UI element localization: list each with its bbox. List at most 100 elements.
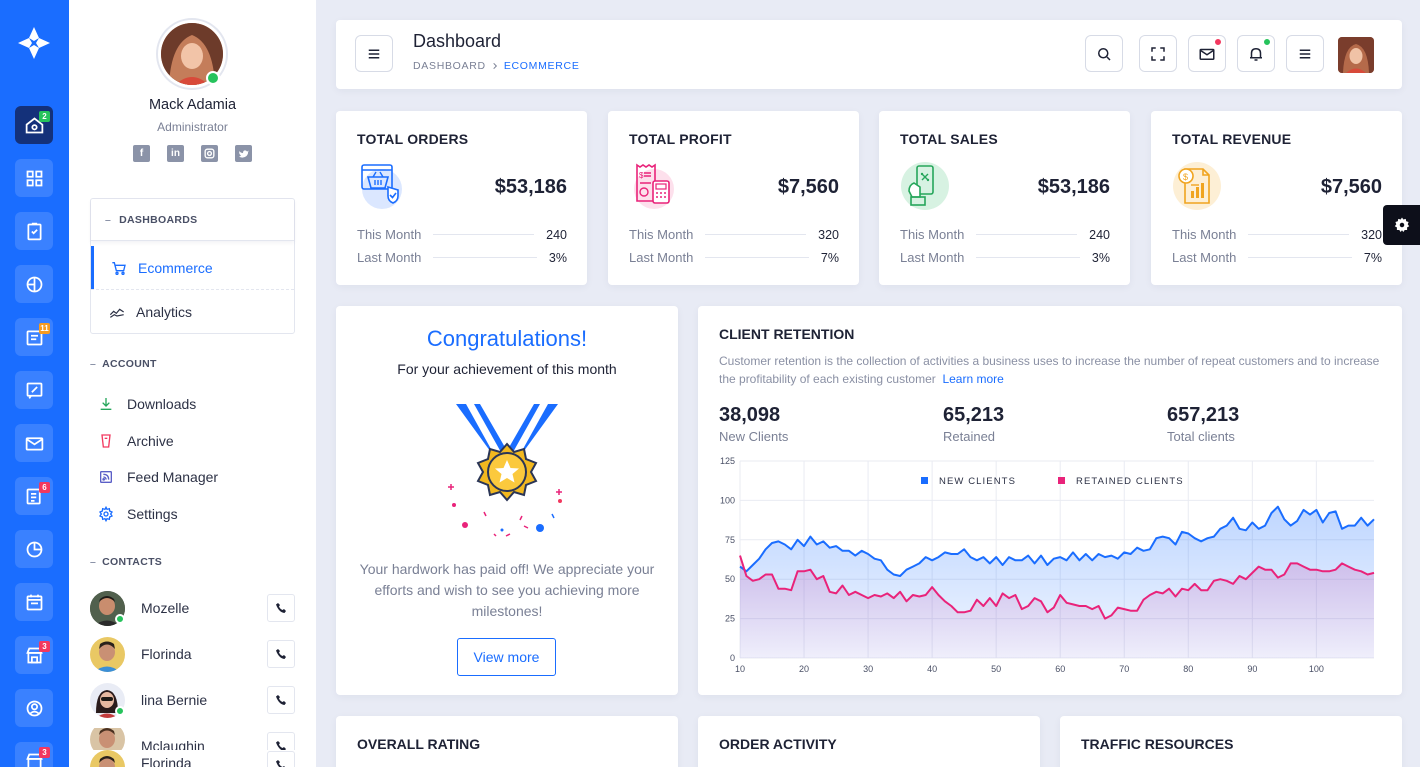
rail-calendar[interactable] bbox=[15, 583, 53, 621]
user-avatar[interactable] bbox=[1338, 37, 1374, 73]
card-title: TRAFFIC RESOURCES bbox=[1081, 736, 1234, 752]
legend-marker bbox=[921, 477, 928, 484]
menu-feed-manager[interactable]: Feed Manager bbox=[98, 469, 218, 485]
menu-toggle-button[interactable] bbox=[355, 35, 393, 72]
stat-title: TOTAL SALES bbox=[900, 131, 998, 147]
more-badge: 3 bbox=[39, 747, 50, 758]
search-icon bbox=[1098, 47, 1111, 61]
store-badge: 3 bbox=[39, 641, 50, 652]
contact-item[interactable]: lina Bernie bbox=[90, 682, 295, 718]
unread-dot bbox=[1214, 38, 1222, 46]
globe-icon bbox=[26, 276, 42, 292]
more-menu-button[interactable] bbox=[1286, 35, 1324, 72]
call-button[interactable] bbox=[267, 751, 295, 767]
facebook-icon[interactable]: f bbox=[133, 145, 150, 162]
contact-item[interactable]: Florinda bbox=[90, 636, 295, 672]
top-header: Dashboard DASHBOARD ECOMMERCE bbox=[336, 20, 1402, 89]
stat-card-orders: TOTAL ORDERS $53,186 This Month 240 Last … bbox=[336, 111, 587, 285]
view-more-button[interactable]: View more bbox=[457, 638, 556, 676]
avatar bbox=[90, 636, 125, 672]
stat-total-clients: 657,213 Total clients bbox=[1167, 404, 1240, 444]
svg-text:$: $ bbox=[639, 171, 644, 180]
stat-row-this-month: This Month 240 bbox=[900, 227, 1110, 242]
rail-reports[interactable]: 6 bbox=[15, 477, 53, 515]
stat-new-clients: 38,098 New Clients bbox=[719, 404, 789, 444]
invoice-badge: 11 bbox=[39, 323, 50, 334]
grid-icon bbox=[26, 170, 42, 186]
x-tick-label: 30 bbox=[863, 664, 873, 674]
overall-rating-card: OVERALL RATING bbox=[336, 716, 678, 767]
bell-icon bbox=[1250, 47, 1262, 61]
call-button[interactable] bbox=[267, 732, 295, 750]
stat-card-sales: TOTAL SALES $53,186 This Month 240 Last M… bbox=[879, 111, 1130, 285]
menu-archive[interactable]: Archive bbox=[98, 433, 174, 449]
rail-store[interactable]: 3 bbox=[15, 636, 53, 674]
user-circle-icon bbox=[26, 700, 42, 716]
card-title: CLIENT RETENTION bbox=[719, 326, 855, 342]
rail-mail[interactable] bbox=[15, 424, 53, 462]
x-tick-label: 90 bbox=[1247, 664, 1257, 674]
rail-tasks[interactable] bbox=[15, 212, 53, 250]
stat-title: TOTAL ORDERS bbox=[357, 131, 469, 147]
rail-more[interactable]: 3 bbox=[15, 742, 53, 767]
call-button[interactable] bbox=[267, 686, 295, 714]
gear-icon bbox=[1394, 217, 1409, 233]
legend-marker bbox=[1058, 477, 1065, 484]
breadcrumb-root[interactable]: DASHBOARD bbox=[413, 60, 486, 72]
contact-item[interactable]: Florinda bbox=[90, 750, 295, 767]
x-tick-label: 20 bbox=[799, 664, 809, 674]
x-tick-label: 10 bbox=[735, 664, 745, 674]
x-tick-label: 50 bbox=[991, 664, 1001, 674]
mail-icon bbox=[25, 436, 43, 450]
card-title: ORDER ACTIVITY bbox=[719, 736, 837, 752]
phone-icon bbox=[276, 760, 285, 767]
notifications-button[interactable] bbox=[1237, 35, 1275, 72]
nav-analytics[interactable]: Analytics bbox=[91, 290, 296, 334]
rail-globe[interactable] bbox=[15, 265, 53, 303]
rail-analytics[interactable] bbox=[15, 530, 53, 568]
y-tick-label: 75 bbox=[725, 535, 735, 545]
rail-apps[interactable] bbox=[15, 159, 53, 197]
chevron-right-icon bbox=[493, 62, 497, 70]
stat-row-last-month: Last Month 7% bbox=[1172, 250, 1382, 265]
rail-chat[interactable] bbox=[15, 371, 53, 409]
linkedin-icon[interactable]: in bbox=[167, 145, 184, 162]
chat-edit-icon bbox=[26, 382, 42, 399]
contact-name: lina Bernie bbox=[141, 692, 208, 708]
rail-invoice[interactable]: 11 bbox=[15, 318, 53, 356]
rail-home[interactable]: 2 bbox=[15, 106, 53, 144]
fullscreen-icon bbox=[1151, 46, 1165, 61]
twitter-icon[interactable] bbox=[235, 145, 252, 162]
search-button[interactable] bbox=[1085, 35, 1123, 72]
call-button[interactable] bbox=[267, 640, 295, 668]
menu-settings[interactable]: Settings bbox=[98, 506, 178, 522]
contact-item[interactable]: Mozelle bbox=[90, 590, 295, 626]
contact-item[interactable]: Mclaughin bbox=[90, 728, 295, 750]
dashboards-header[interactable]: – DASHBOARDS bbox=[91, 199, 294, 241]
nav-ecommerce[interactable]: Ecommerce bbox=[91, 246, 296, 290]
call-button[interactable] bbox=[267, 594, 295, 622]
chart-icon bbox=[109, 308, 124, 318]
card-description: Customer retention is the collection of … bbox=[719, 354, 1380, 386]
online-status-dot bbox=[115, 706, 125, 716]
menu-downloads[interactable]: Downloads bbox=[98, 396, 196, 412]
notification-dot bbox=[1263, 38, 1271, 46]
logo-icon bbox=[18, 27, 50, 59]
learn-more-link[interactable]: Learn more bbox=[942, 372, 1003, 386]
fullscreen-button[interactable] bbox=[1139, 35, 1177, 72]
congrats-subtitle: For your achievement of this month bbox=[397, 361, 617, 377]
stat-row-last-month: Last Month 3% bbox=[900, 250, 1110, 265]
rail-profile[interactable] bbox=[15, 689, 53, 727]
clipboard-check-icon bbox=[27, 222, 41, 240]
stat-card-revenue: TOTAL REVENUE $ $7,560 This Month 320 Las… bbox=[1151, 111, 1402, 285]
phone-icon bbox=[276, 741, 286, 750]
profile-role: Administrator bbox=[157, 120, 228, 134]
archive-icon bbox=[101, 434, 111, 448]
x-tick-label: 80 bbox=[1183, 664, 1193, 674]
revenue-doc-icon: $ bbox=[1173, 162, 1221, 210]
settings-panel-toggle[interactable] bbox=[1383, 205, 1420, 245]
instagram-icon[interactable] bbox=[201, 145, 218, 162]
contact-name: Florinda bbox=[141, 755, 192, 767]
download-icon bbox=[100, 398, 112, 410]
messages-button[interactable] bbox=[1188, 35, 1226, 72]
